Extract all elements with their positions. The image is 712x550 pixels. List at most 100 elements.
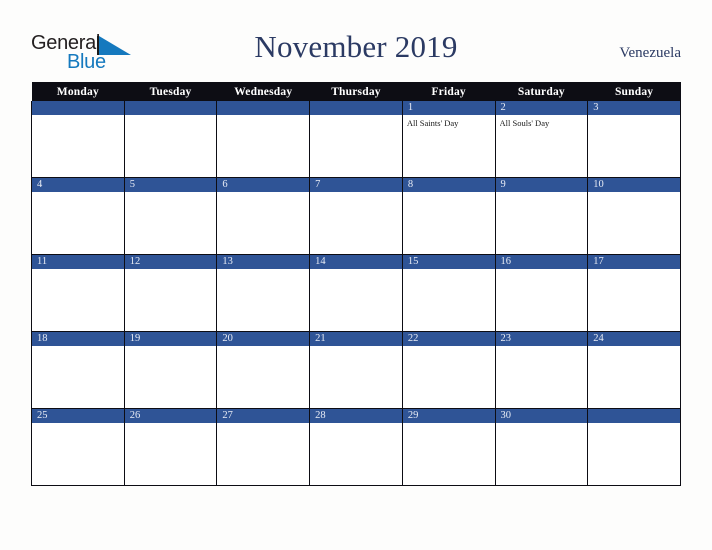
day-cell-21[interactable]: 21: [309, 331, 403, 409]
day-events: [403, 269, 495, 272]
day-cell-inner: [588, 409, 680, 485]
day-number: 4: [32, 178, 124, 192]
day-events: [32, 346, 124, 349]
day-number: 2: [495, 101, 588, 115]
day-cell-inner: [32, 101, 124, 177]
weekday-header-saturday: Saturday: [495, 82, 588, 101]
day-events: [496, 269, 588, 272]
day-cell-inner: 27: [217, 409, 310, 485]
day-number: 3: [588, 101, 680, 115]
day-number: [124, 101, 217, 115]
day-cell-inner: 26: [124, 409, 217, 485]
day-events: All Saints' Day: [403, 115, 495, 129]
day-events: [403, 192, 495, 195]
day-number: 28: [310, 409, 402, 423]
day-number: 13: [217, 255, 310, 269]
day-number: 15: [402, 255, 495, 269]
day-number: 6: [217, 178, 310, 192]
day-cell-empty[interactable]: [123, 101, 218, 178]
day-number: 10: [588, 178, 680, 192]
day-cell-1[interactable]: 1 All Saints' Day: [401, 101, 496, 178]
calendar-week-row: 11 12 13 14 15 16 17: [31, 254, 681, 332]
day-cell-30[interactable]: 30: [494, 408, 589, 486]
weekday-header-wednesday: Wednesday: [216, 82, 310, 101]
day-cell-12[interactable]: 12: [123, 254, 218, 332]
day-cell-8[interactable]: 8: [401, 177, 496, 255]
day-cell-empty[interactable]: [587, 408, 681, 486]
day-number: 22: [402, 332, 495, 346]
day-cell-24[interactable]: 24: [587, 331, 681, 409]
day-number: 11: [32, 255, 124, 269]
day-cell-25[interactable]: 25: [31, 408, 125, 486]
day-number: 25: [32, 409, 124, 423]
day-number: 17: [588, 255, 680, 269]
day-number: 20: [217, 332, 310, 346]
day-cell-6[interactable]: 6: [216, 177, 311, 255]
day-cell-7[interactable]: 7: [309, 177, 403, 255]
day-cell-19[interactable]: 19: [123, 331, 218, 409]
day-number: 5: [124, 178, 217, 192]
day-cell-20[interactable]: 20: [216, 331, 311, 409]
page-header: General Blue November 2019 Venezuela: [0, 0, 712, 82]
day-cell-inner: 23: [495, 332, 588, 408]
day-events: [403, 346, 495, 349]
day-cell-empty[interactable]: [216, 101, 311, 178]
day-cell-inner: 16: [495, 255, 588, 331]
day-cell-18[interactable]: 18: [31, 331, 125, 409]
day-number: [588, 409, 680, 423]
day-cell-inner: 13: [217, 255, 310, 331]
day-events: [588, 115, 680, 118]
day-events: [217, 192, 309, 195]
day-number: 27: [217, 409, 310, 423]
day-events: [588, 346, 680, 349]
day-cell-13[interactable]: 13: [216, 254, 311, 332]
day-cell-10[interactable]: 10: [587, 177, 681, 255]
day-cell-inner: 28: [310, 409, 402, 485]
day-events: [125, 269, 217, 272]
day-number: [32, 101, 124, 115]
day-events: All Souls' Day: [496, 115, 588, 129]
day-cell-15[interactable]: 15: [401, 254, 496, 332]
weekday-header-tuesday: Tuesday: [124, 82, 217, 101]
day-cell-2[interactable]: 2 All Souls' Day: [494, 101, 589, 178]
day-number: 26: [124, 409, 217, 423]
day-events: [125, 346, 217, 349]
day-cell-inner: 14: [310, 255, 402, 331]
day-number: 19: [124, 332, 217, 346]
day-cell-inner: 30: [495, 409, 588, 485]
day-cell-inner: 17: [588, 255, 680, 331]
day-cell-16[interactable]: 16: [494, 254, 589, 332]
day-cell-inner: 3: [588, 101, 680, 177]
day-cell-inner: 29: [402, 409, 495, 485]
day-cell-3[interactable]: 3: [587, 101, 681, 178]
day-cell-empty[interactable]: [309, 101, 403, 178]
day-cell-empty[interactable]: [31, 101, 125, 178]
day-cell-inner: 22: [402, 332, 495, 408]
day-cell-inner: [124, 101, 217, 177]
weekday-header-thursday: Thursday: [309, 82, 403, 101]
day-cell-28[interactable]: 28: [309, 408, 403, 486]
day-number: [217, 101, 310, 115]
weekday-header-friday: Friday: [402, 82, 496, 101]
day-events: [125, 115, 217, 118]
day-cell-5[interactable]: 5: [123, 177, 218, 255]
holiday-label: All Saints' Day: [406, 118, 459, 128]
day-number: [310, 101, 402, 115]
day-cell-17[interactable]: 17: [587, 254, 681, 332]
day-cell-23[interactable]: 23: [494, 331, 589, 409]
day-cell-29[interactable]: 29: [401, 408, 496, 486]
day-cell-22[interactable]: 22: [401, 331, 496, 409]
day-cell-27[interactable]: 27: [216, 408, 311, 486]
calendar-week-row: 18 19 20 21 22 23 24: [31, 331, 681, 409]
day-cell-9[interactable]: 9: [494, 177, 589, 255]
day-cell-14[interactable]: 14: [309, 254, 403, 332]
weekday-header-row: Monday Tuesday Wednesday Thursday Friday Satu…: [31, 82, 681, 101]
day-cell-4[interactable]: 4: [31, 177, 125, 255]
day-events: [496, 192, 588, 195]
day-events: [32, 115, 124, 118]
day-events: [217, 269, 309, 272]
day-cell-11[interactable]: 11: [31, 254, 125, 332]
calendar-page: General Blue November 2019 Venezuela Mon…: [0, 0, 712, 550]
day-cell-26[interactable]: 26: [123, 408, 218, 486]
month-calendar-grid: Monday Tuesday Wednesday Thursday Friday Satu…: [31, 82, 681, 486]
